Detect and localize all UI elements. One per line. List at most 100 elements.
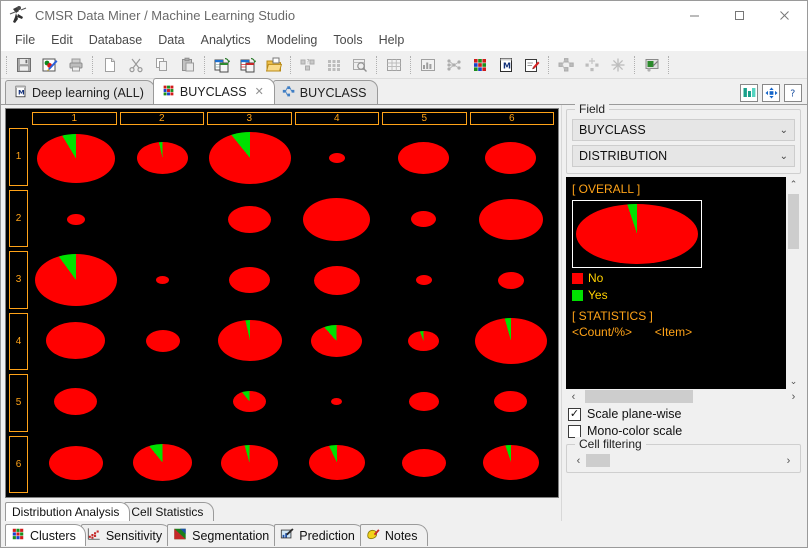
- column-header-4[interactable]: 4: [294, 112, 379, 125]
- pie-cell-r5-c4[interactable]: [293, 371, 380, 432]
- tree-icon[interactable]: [553, 53, 579, 77]
- row-header-1[interactable]: 1: [9, 128, 28, 186]
- pie-cell-r1-c6[interactable]: [467, 128, 554, 189]
- pie-cell-r4-c1[interactable]: [32, 310, 119, 371]
- scrollbar-track[interactable]: [581, 389, 786, 404]
- pie-cell-r3-c5[interactable]: [380, 250, 467, 311]
- scroll-right-icon[interactable]: ›: [786, 391, 801, 403]
- scroll-up-icon[interactable]: ⌃: [786, 177, 801, 192]
- pie-cell-r3-c2[interactable]: [119, 250, 206, 311]
- maximize-button[interactable]: [717, 1, 762, 29]
- bottom-tab-segmentation[interactable]: Segmentation: [167, 524, 280, 546]
- menu-help[interactable]: Help: [371, 31, 413, 49]
- pie-cell-r3-c3[interactable]: [206, 250, 293, 311]
- menu-database[interactable]: Database: [81, 31, 151, 49]
- scrollbar-thumb[interactable]: [585, 390, 693, 403]
- cluster-grid-icon[interactable]: [467, 53, 493, 77]
- print-icon[interactable]: [63, 53, 89, 77]
- grid-icon[interactable]: [321, 53, 347, 77]
- minimize-button[interactable]: [672, 1, 717, 29]
- pie-cell-r1-c5[interactable]: [380, 128, 467, 189]
- menu-tools[interactable]: Tools: [325, 31, 370, 49]
- pie-cell-r4-c3[interactable]: [206, 310, 293, 371]
- panel-layout-icon[interactable]: [740, 84, 758, 102]
- query-icon[interactable]: ?: [295, 53, 321, 77]
- cell-filtering-slider[interactable]: ‹ ›: [571, 453, 796, 468]
- copy-table-icon[interactable]: [209, 53, 235, 77]
- pie-cell-r6-c4[interactable]: [293, 432, 380, 493]
- save-icon[interactable]: [11, 53, 37, 77]
- detail-horizontal-scrollbar[interactable]: ‹ ›: [566, 389, 801, 404]
- checkbox[interactable]: [568, 424, 581, 438]
- fit-to-window-icon[interactable]: [762, 84, 780, 102]
- pie-cell-r4-c6[interactable]: [467, 310, 554, 371]
- row-header-2[interactable]: 2: [9, 189, 28, 247]
- bottom-tab-notes[interactable]: Notes: [359, 524, 428, 546]
- menu-edit[interactable]: Edit: [43, 31, 81, 49]
- pie-cell-r5-c1[interactable]: [32, 371, 119, 432]
- scale-plane-wise-option[interactable]: ✓ Scale plane-wise: [568, 407, 801, 421]
- paste-icon[interactable]: [175, 53, 201, 77]
- close-button[interactable]: [762, 1, 807, 29]
- row-header-3[interactable]: 3: [9, 251, 28, 309]
- tab-buyclass-clusters[interactable]: BUYCLASS ✕: [152, 78, 275, 104]
- scrollbar-track[interactable]: [586, 453, 781, 468]
- bottom-tab-sensitivity[interactable]: Sensitivity: [80, 524, 173, 546]
- pie-cell-r3-c4[interactable]: [293, 250, 380, 311]
- pie-cell-r6-c3[interactable]: [206, 432, 293, 493]
- scrollbar-thumb[interactable]: [788, 194, 799, 249]
- pie-cell-r4-c4[interactable]: [293, 310, 380, 371]
- pie-cell-r6-c1[interactable]: [32, 432, 119, 493]
- pie-cell-r2-c3[interactable]: [206, 189, 293, 250]
- column-header-1[interactable]: 1: [32, 112, 117, 125]
- column-header-6[interactable]: 6: [469, 112, 554, 125]
- pie-cell-r3-c6[interactable]: [467, 250, 554, 311]
- search-table-icon[interactable]: [347, 53, 373, 77]
- help-icon[interactable]: ?: [784, 84, 802, 102]
- field-select[interactable]: BUYCLASS ⌄: [572, 119, 795, 141]
- pie-cell-r1-c1[interactable]: [32, 128, 119, 189]
- network-icon[interactable]: [441, 53, 467, 77]
- sub-tab-distribution-analysis[interactable]: Distribution Analysis: [5, 502, 131, 521]
- open-folder-icon[interactable]: [261, 53, 287, 77]
- scroll-left-icon[interactable]: ‹: [571, 455, 586, 467]
- pie-cell-r1-c3[interactable]: [206, 128, 293, 189]
- copy-icon[interactable]: [149, 53, 175, 77]
- spreadsheet-icon[interactable]: [381, 53, 407, 77]
- cluster-plot-canvas[interactable]: 123456 123456: [5, 108, 559, 498]
- column-header-3[interactable]: 3: [207, 112, 292, 125]
- pie-cell-r2-c5[interactable]: [380, 189, 467, 250]
- copy-table-red-icon[interactable]: [235, 53, 261, 77]
- snowflake-icon[interactable]: [605, 53, 631, 77]
- notes-edit-icon[interactable]: [519, 53, 545, 77]
- row-header-4[interactable]: 4: [9, 312, 28, 370]
- menu-file[interactable]: File: [7, 31, 43, 49]
- tab-deep-learning-all[interactable]: M Deep learning (ALL): [5, 80, 155, 104]
- pie-cell-r6-c6[interactable]: [467, 432, 554, 493]
- tree-add-icon[interactable]: [579, 53, 605, 77]
- pie-cell-r2-c6[interactable]: [467, 189, 554, 250]
- pie-cell-r4-c2[interactable]: [119, 310, 206, 371]
- pie-cell-r6-c5[interactable]: [380, 432, 467, 493]
- close-icon[interactable]: ✕: [255, 85, 264, 98]
- column-header-5[interactable]: 5: [382, 112, 467, 125]
- bottom-tab-prediction[interactable]: Prediction: [274, 524, 365, 546]
- pie-cell-r2-c2[interactable]: [119, 189, 206, 250]
- pie-cell-r6-c2[interactable]: [119, 432, 206, 493]
- menu-data[interactable]: Data: [150, 31, 192, 49]
- tab-buyclass-tree[interactable]: BUYCLASS: [272, 80, 378, 104]
- cut-icon[interactable]: [123, 53, 149, 77]
- pie-cell-r5-c3[interactable]: [206, 371, 293, 432]
- scroll-down-icon[interactable]: ⌄: [786, 374, 801, 389]
- sub-tab-cell-statistics[interactable]: Cell Statistics: [124, 502, 215, 521]
- menu-modeling[interactable]: Modeling: [259, 31, 326, 49]
- presentation-icon[interactable]: [639, 53, 665, 77]
- pie-cell-r4-c5[interactable]: [380, 310, 467, 371]
- pie-cell-r5-c5[interactable]: [380, 371, 467, 432]
- pie-cell-r5-c6[interactable]: [467, 371, 554, 432]
- scroll-right-icon[interactable]: ›: [781, 455, 796, 467]
- mono-color-scale-option[interactable]: Mono-color scale: [568, 424, 801, 438]
- pie-cell-r3-c1[interactable]: [32, 250, 119, 311]
- menu-analytics[interactable]: Analytics: [193, 31, 259, 49]
- new-document-icon[interactable]: [97, 53, 123, 77]
